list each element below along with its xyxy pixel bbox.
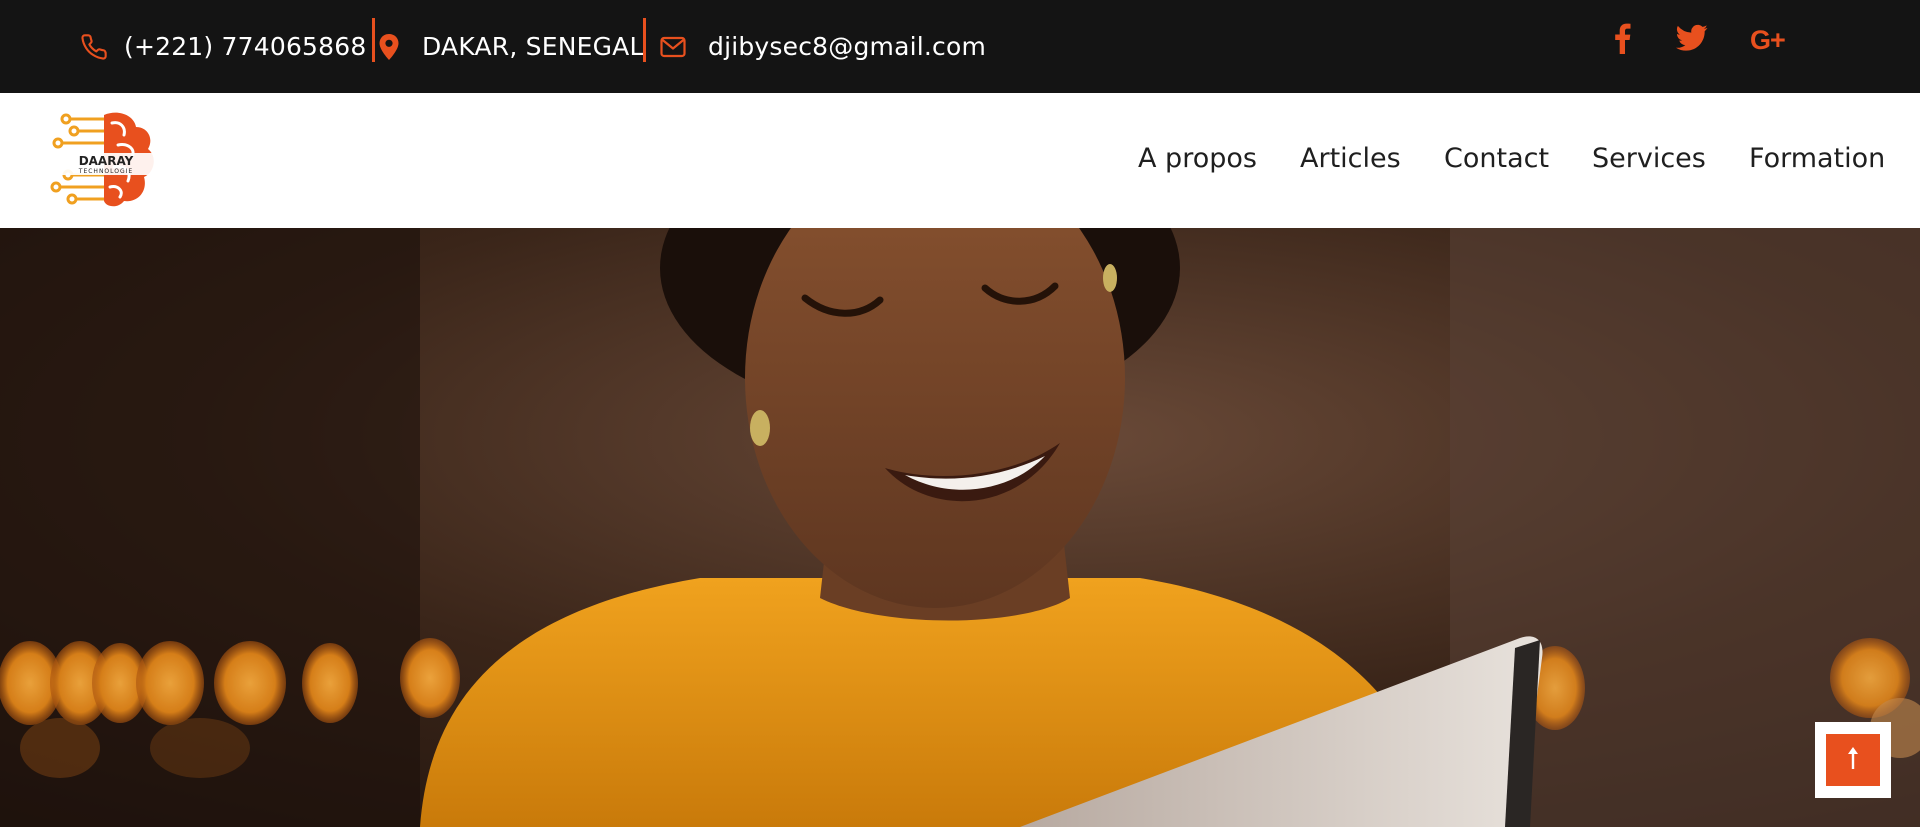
- map-pin-icon: [378, 33, 400, 61]
- nav-link-a-propos[interactable]: A propos: [1138, 143, 1257, 174]
- google-plus-link[interactable]: G+: [1750, 20, 1786, 60]
- divider: [643, 18, 646, 62]
- hero-banner: [0, 228, 1920, 827]
- phone-contact[interactable]: (+221) 774065868: [80, 0, 366, 93]
- twitter-icon: [1676, 24, 1708, 56]
- site-logo[interactable]: DAARAY TECHNOLOGIE: [48, 111, 160, 209]
- google-plus-icon: G+: [1750, 24, 1786, 55]
- twitter-link[interactable]: [1676, 20, 1708, 60]
- location-contact: DAKAR, SENEGAL: [374, 0, 644, 93]
- main-navbar: DAARAY TECHNOLOGIE A propos Articles Con…: [0, 93, 1920, 228]
- facebook-link[interactable]: [1612, 20, 1632, 60]
- top-contact-bar: (+221) 774065868 DAKAR, SENEGAL djibysec…: [0, 0, 1920, 93]
- hero-image: [0, 228, 1920, 827]
- scroll-to-top-button[interactable]: [1815, 722, 1891, 798]
- email-contact[interactable]: djibysec8@gmail.com: [660, 0, 986, 93]
- nav-link-articles[interactable]: Articles: [1300, 143, 1401, 174]
- nav-link-contact[interactable]: Contact: [1444, 143, 1549, 174]
- phone-icon: [80, 33, 108, 61]
- phone-number: (+221) 774065868: [124, 32, 367, 61]
- scroll-to-top-inner: [1826, 734, 1880, 786]
- nav-link-formation[interactable]: Formation: [1749, 143, 1885, 174]
- location-text: DAKAR, SENEGAL: [422, 32, 644, 61]
- email-address: djibysec8@gmail.com: [708, 32, 987, 61]
- envelope-icon: [660, 36, 686, 58]
- logo-tagline: TECHNOLOGIE: [78, 168, 133, 175]
- arrow-up-icon: [1846, 746, 1860, 774]
- logo-wordmark: DAARAY: [79, 154, 134, 168]
- facebook-icon: [1612, 22, 1632, 58]
- nav-link-services[interactable]: Services: [1592, 143, 1706, 174]
